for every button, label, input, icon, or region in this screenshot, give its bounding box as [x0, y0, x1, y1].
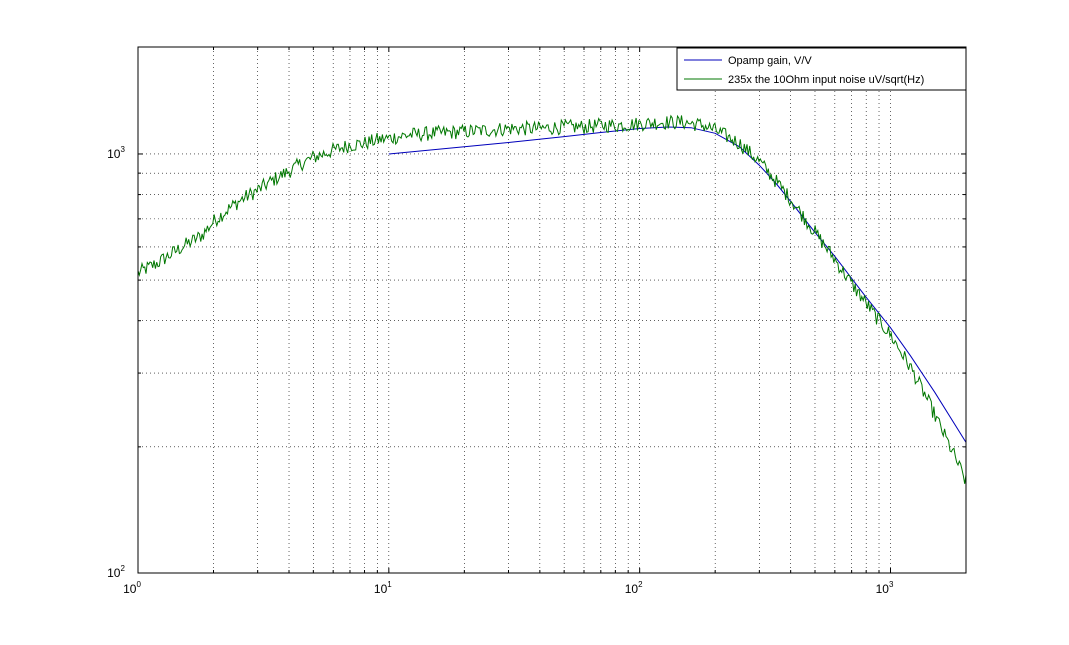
legend-label-input-noise: 235x the 10Ohm input noise uV/sqrt(Hz) — [728, 74, 924, 86]
legend: Opamp gain, V/V 235x the 10Ohm input noi… — [676, 47, 967, 91]
legend-label-opamp-gain: Opamp gain, V/V — [728, 55, 812, 67]
chart-figure: 100 101 102 103102103 Opamp gain, V/V 235x … — [0, 0, 1069, 645]
plot-area — [138, 47, 966, 573]
